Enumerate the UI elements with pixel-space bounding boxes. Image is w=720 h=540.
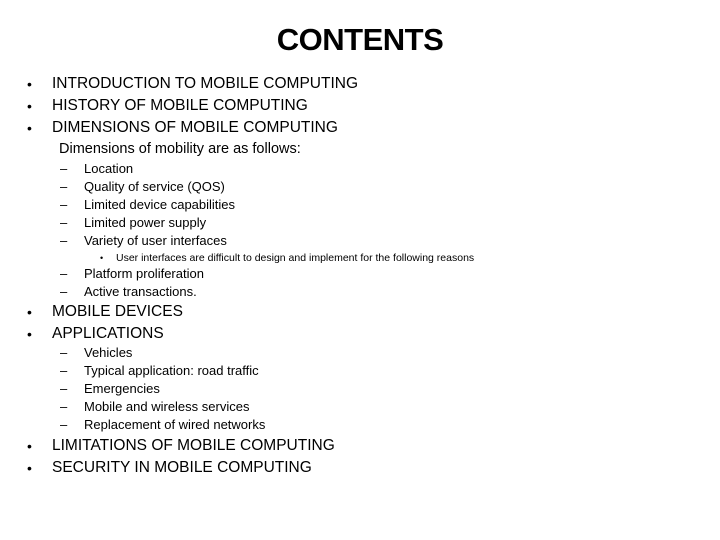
bullet-icon: • [27,120,32,136]
item-text: Typical application: road traffic [84,363,259,378]
bullet-icon: • [27,460,32,476]
dash-icon: – [60,215,68,230]
dash-icon: – [60,161,68,176]
item-text: MOBILE DEVICES [52,303,183,320]
bullet-icon: • [100,253,104,263]
dash-icon: – [60,233,68,248]
slide-title: CONTENTS [276,22,444,57]
bullet-icon: • [27,98,32,114]
item-text: DIMENSIONS OF MOBILE COMPUTING [52,119,338,136]
dash-icon: – [60,417,68,432]
bullet-icon: • [27,326,32,342]
item-text: Variety of user interfaces [84,233,227,248]
dash-icon: – [60,284,68,299]
dash-icon: – [60,345,68,360]
item-text: Vehicles [84,345,133,360]
dash-icon: – [60,399,68,414]
dash-icon: – [60,266,68,281]
item-text: INTRODUCTION TO MOBILE COMPUTING [52,75,358,92]
item-text: Location [84,161,134,176]
item-text: APPLICATIONS [52,325,164,342]
bullet-icon: • [27,76,32,92]
bullet-icon: • [27,304,32,320]
dash-icon: – [60,179,68,194]
item-text: User interfaces are difficult to design … [116,252,475,264]
contents-note: Dimensions of mobility are as follows: [59,141,301,157]
item-text: Active transactions. [84,284,197,299]
item-text: SECURITY IN MOBILE COMPUTING [52,459,312,476]
item-text: HISTORY OF MOBILE COMPUTING [52,97,308,114]
item-text: Limited power supply [84,215,207,230]
dash-icon: – [60,363,68,378]
item-text: Limited device capabilities [84,197,236,212]
item-text: Mobile and wireless services [84,399,250,414]
item-text: Platform proliferation [84,266,204,281]
bullet-icon: • [27,438,32,454]
item-text: Quality of service (QOS) [84,179,225,194]
item-text: Emergencies [84,381,160,396]
item-text: LIMITATIONS OF MOBILE COMPUTING [52,437,335,454]
dash-icon: – [60,197,68,212]
item-text: Replacement of wired networks [84,417,266,432]
dash-icon: – [60,381,68,396]
